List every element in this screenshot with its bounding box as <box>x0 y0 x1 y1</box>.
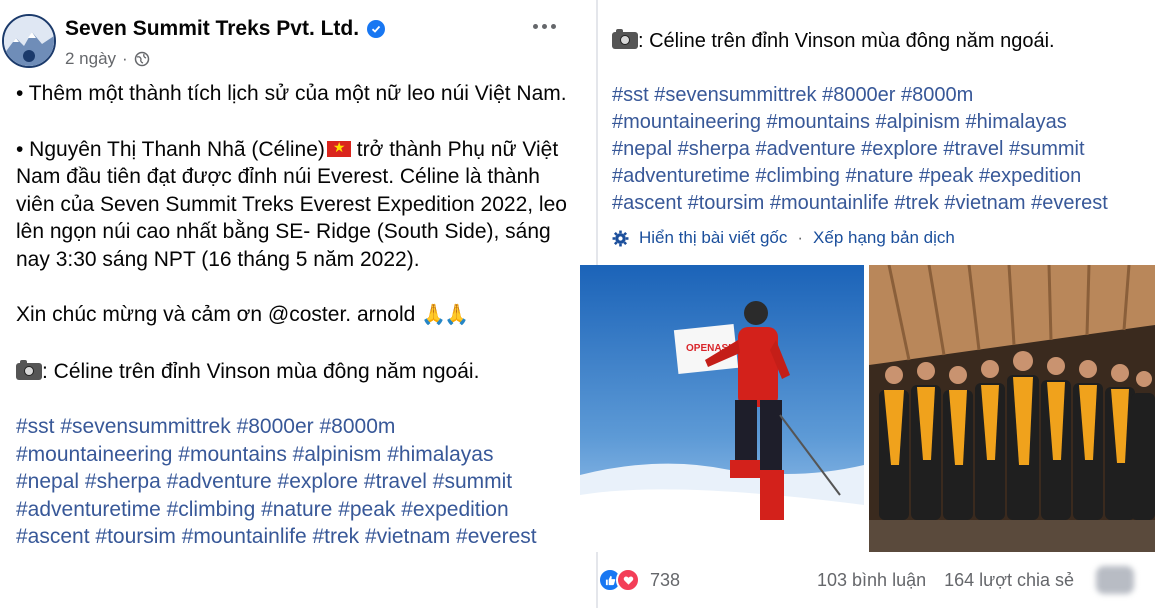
meta-separator: · <box>122 49 128 68</box>
hashtag-line[interactable]: #sst #sevensummittrek #8000er #8000m <box>612 82 1152 109</box>
hashtag-line[interactable]: #sst #sevensummittrek #8000er #8000m <box>16 413 576 441</box>
group-photo[interactable] <box>869 265 1155 552</box>
translation-separator: · <box>797 228 804 247</box>
translation-bar: Hiển thị bài viết gốc · Xếp hạng bản dịc… <box>612 228 955 248</box>
hashtag-line[interactable]: #ascent #toursim #mountainlife #trek #vi… <box>16 523 576 551</box>
hashtag-line[interactable]: #adventuretime #climbing #nature #peak #… <box>612 163 1152 190</box>
post-body: • Thêm một thành tích lịch sử của một nữ… <box>16 80 576 551</box>
post-paragraph-2: • Nguyên Thị Thanh Nhã (Céline) trở thàn… <box>16 136 576 274</box>
right-caption-text: : Céline trên đỉnh Vinson mùa đông năm n… <box>638 30 1055 52</box>
verified-badge-icon <box>367 20 386 38</box>
hashtag-line[interactable]: #mountaineering #mountains #alpinism #hi… <box>612 109 1152 136</box>
engagement-stats: 103 bình luận 164 lượt chia sẻ <box>817 570 1074 591</box>
vinson-caption: : Céline trên đỉnh Vinson mùa đông năm n… <box>42 359 480 383</box>
show-original-link[interactable]: Hiển thị bài viết gốc <box>639 228 787 248</box>
summit-photo[interactable]: OPENASIA <box>580 265 864 552</box>
hashtag-line[interactable]: #ascent #toursim #mountainlife #trek #vi… <box>612 190 1152 217</box>
page-name-text[interactable]: Seven Summit Treks Pvt. Ltd. <box>65 17 359 41</box>
globe-icon <box>134 51 149 67</box>
camera-emoji-icon <box>612 29 638 49</box>
more-options-icon[interactable] <box>529 13 559 39</box>
reactions-summary[interactable]: 738 <box>598 568 680 592</box>
congrats-text: Xin chúc mừng và cảm ơn @coster. arnold <box>16 303 422 326</box>
page-avatar[interactable] <box>2 14 56 68</box>
hashtag-line[interactable]: #nepal #sherpa #adventure #explore #trav… <box>16 468 576 496</box>
post-paragraph-4: : Céline trên đỉnh Vinson mùa đông năm n… <box>16 358 576 386</box>
camera-emoji-icon <box>16 359 42 380</box>
paragraph-2-start: • Nguyên Thị Thanh Nhã (Céline) <box>16 137 325 161</box>
rate-translation-link[interactable]: Xếp hạng bản dịch <box>813 228 955 248</box>
post-paragraph-1: • Thêm một thành tích lịch sử của một nữ… <box>16 82 567 105</box>
post-meta: 2 ngày · <box>65 49 150 69</box>
hashtag-line[interactable]: #adventuretime #climbing #nature #peak #… <box>16 496 576 524</box>
page-name[interactable]: Seven Summit Treks Pvt. Ltd. <box>65 17 386 41</box>
pray-hands-icon: 🙏🙏 <box>421 304 469 326</box>
post-time[interactable]: 2 ngày <box>65 49 116 69</box>
hashtag-line[interactable]: #mountaineering #mountains #alpinism #hi… <box>16 441 576 469</box>
hashtag-line[interactable]: #nepal #sherpa #adventure #explore #trav… <box>612 136 1152 163</box>
post-paragraph-3: Xin chúc mừng và cảm ơn @coster. arnold … <box>16 301 576 330</box>
gear-icon[interactable] <box>612 230 629 247</box>
post-right-panel: : Céline trên đỉnh Vinson mùa đông năm n… <box>580 0 1155 608</box>
post-left-panel: Seven Summit Treks Pvt. Ltd. 2 ngày · • … <box>0 0 596 608</box>
comments-count[interactable]: 103 bình luận <box>817 570 926 591</box>
blurred-viewer-avatar[interactable] <box>1096 566 1134 594</box>
right-hashtags: #sst #sevensummittrek #8000er #8000m #mo… <box>612 82 1152 217</box>
shares-count[interactable]: 164 lượt chia sẻ <box>944 570 1074 591</box>
right-caption: : Céline trên đỉnh Vinson mùa đông năm n… <box>612 29 1055 53</box>
reaction-count[interactable]: 738 <box>650 570 680 591</box>
vietnam-flag-icon <box>326 138 351 157</box>
love-reaction-icon <box>616 568 640 592</box>
